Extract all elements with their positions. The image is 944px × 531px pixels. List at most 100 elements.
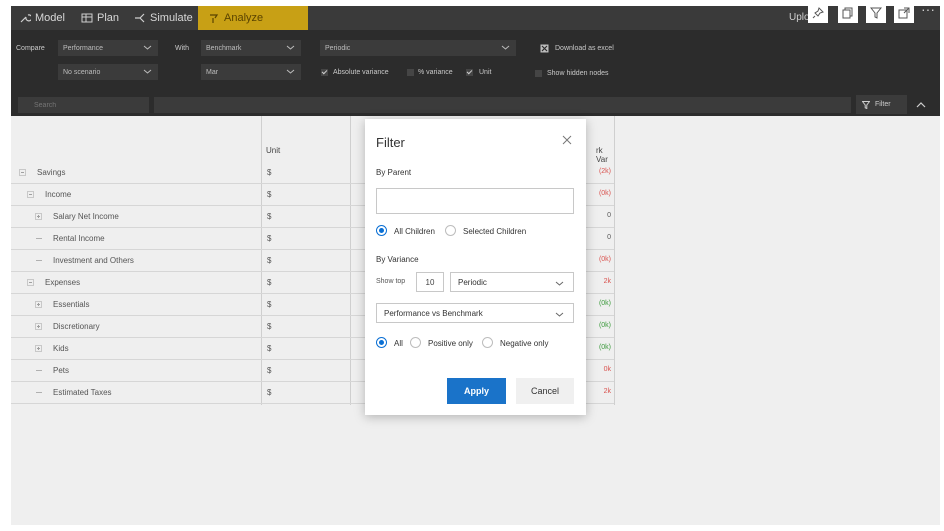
negative-only-radio[interactable]: [482, 337, 493, 348]
row-variance-value: (0k): [598, 322, 611, 329]
with-value: Benchmark: [206, 44, 242, 52]
download-excel-link[interactable]: Download as excel: [555, 45, 614, 52]
chevron-down-icon: [555, 312, 564, 317]
search-row: Filter: [11, 94, 940, 116]
row-variance-value: (0k): [598, 190, 611, 197]
filter-icon: [862, 100, 870, 109]
row-variance-value: (0k): [598, 300, 611, 307]
filter-button[interactable]: Filter: [856, 95, 907, 114]
row-variance-value: 0: [607, 234, 611, 241]
top-n-input[interactable]: 10: [416, 272, 444, 292]
scenario-dropdown[interactable]: No scenario: [58, 64, 158, 80]
more-options-icon[interactable]: ···: [921, 2, 935, 16]
selected-children-radio[interactable]: [445, 225, 456, 236]
unit-label: Unit: [479, 69, 492, 76]
simulate-icon: [135, 13, 145, 23]
absolute-variance-checkbox[interactable]: [321, 69, 328, 76]
app-window: Model Plan Simulate Analyze Uploa ··· Co…: [0, 0, 944, 531]
by-variance-label: By Variance: [376, 255, 419, 264]
chevron-down-icon: [555, 281, 564, 286]
tab-model-label: Model: [35, 12, 65, 24]
search-input[interactable]: [18, 97, 149, 113]
all-children-radio[interactable]: [376, 225, 387, 236]
row-unit: $: [267, 212, 272, 221]
row-label: Pets: [53, 366, 70, 375]
column-divider: [614, 116, 615, 405]
with-dropdown[interactable]: Benchmark: [201, 40, 301, 56]
expand-icon[interactable]: [894, 3, 914, 23]
table-icon: [81, 13, 93, 23]
tab-plan[interactable]: Plan: [81, 6, 131, 30]
excel-icon[interactable]: [540, 44, 549, 53]
month-value: Mar: [206, 68, 219, 76]
filter-icon[interactable]: [866, 3, 886, 23]
unit-column-header[interactable]: Unit: [266, 146, 280, 155]
tab-simulate[interactable]: Simulate: [134, 6, 199, 30]
row-label: Estimated Taxes: [53, 388, 112, 397]
chevron-up-icon[interactable]: [916, 100, 926, 110]
row-unit: $: [267, 168, 272, 177]
row-unit: $: [267, 322, 272, 331]
period-value: Periodic: [325, 44, 351, 52]
collapse-icon[interactable]: [27, 191, 34, 198]
copy-icon[interactable]: [838, 3, 858, 23]
negative-only-label: Negative only: [500, 339, 549, 348]
comparison-select[interactable]: Performance vs Benchmark: [376, 303, 574, 323]
tab-analyze-label: Analyze: [224, 12, 264, 24]
filter-button-label: Filter: [875, 101, 891, 108]
chevron-down-icon: [143, 45, 152, 50]
compare-dropdown[interactable]: Performance: [58, 40, 158, 56]
positive-only-radio[interactable]: [410, 337, 421, 348]
expand-icon[interactable]: [35, 301, 42, 308]
row-label: Discretionary: [53, 322, 100, 331]
scenario-value: No scenario: [63, 68, 101, 76]
tab-model[interactable]: Model: [19, 6, 77, 30]
collapse-icon[interactable]: [27, 279, 34, 286]
wrench-icon: [20, 14, 31, 23]
parent-input[interactable]: [376, 188, 574, 214]
unit-checkbox[interactable]: [466, 69, 473, 76]
pin-icon[interactable]: [808, 3, 828, 23]
leaf-marker: [36, 260, 42, 261]
all-sign-radio[interactable]: [376, 337, 387, 348]
period-select-value: Periodic: [458, 277, 487, 287]
tab-analyze[interactable]: Analyze: [198, 6, 308, 30]
row-label: Savings: [37, 168, 66, 177]
absolute-variance-label: Absolute variance: [333, 69, 389, 76]
row-label: Expenses: [45, 278, 81, 287]
positive-only-label: Positive only: [428, 339, 473, 348]
month-dropdown[interactable]: Mar: [201, 64, 301, 80]
expand-icon[interactable]: [35, 323, 42, 330]
row-label: Rental Income: [53, 234, 105, 243]
all-sign-label: All: [394, 339, 403, 348]
show-hidden-nodes-checkbox[interactable]: [535, 70, 542, 77]
selected-children-label: Selected Children: [463, 227, 527, 236]
chevron-down-icon: [286, 45, 295, 50]
row-unit: $: [267, 278, 272, 287]
cancel-button[interactable]: Cancel: [516, 378, 574, 404]
row-variance-value: (0k): [598, 256, 611, 263]
by-parent-label: By Parent: [376, 168, 412, 177]
row-label: Income: [45, 190, 72, 199]
row-unit: $: [267, 344, 272, 353]
row-label: Salary Net Income: [53, 212, 119, 221]
pct-variance-checkbox[interactable]: [407, 69, 414, 76]
row-unit: $: [267, 388, 272, 397]
pct-variance-label: % variance: [418, 69, 453, 76]
apply-button[interactable]: Apply: [447, 378, 506, 404]
expand-icon[interactable]: [35, 213, 42, 220]
expand-icon[interactable]: [35, 345, 42, 352]
row-variance-value: 2k: [603, 278, 611, 285]
dialog-title: Filter: [376, 135, 405, 150]
chevron-down-icon: [501, 45, 510, 50]
all-children-label: All Children: [394, 227, 435, 236]
period-dropdown[interactable]: Periodic: [320, 40, 516, 56]
row-unit: $: [267, 256, 272, 265]
leaf-marker: [36, 392, 42, 393]
collapse-icon[interactable]: [19, 169, 26, 176]
control-panel: Compare Performance No scenario With Ben…: [11, 30, 940, 94]
bottom-scroll-strip[interactable]: [11, 525, 940, 531]
leaf-marker: [36, 370, 42, 371]
period-select[interactable]: Periodic: [450, 272, 574, 292]
close-icon[interactable]: [562, 135, 572, 145]
